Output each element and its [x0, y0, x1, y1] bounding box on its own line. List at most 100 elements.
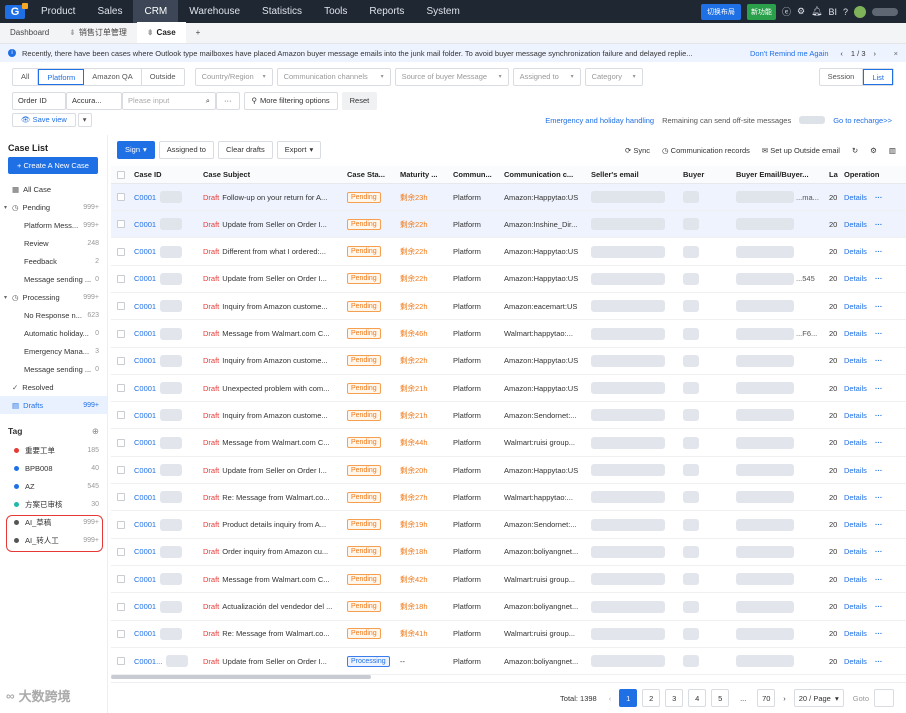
page-button[interactable]: 2	[642, 689, 661, 707]
case-id-link[interactable]: C0001	[134, 575, 156, 584]
case-id-link[interactable]: C0001	[134, 247, 156, 256]
subject-cell[interactable]: Draft Inquiry from Amazon custome...	[203, 293, 343, 319]
view-list[interactable]: List	[863, 69, 893, 85]
details-link[interactable]: Details	[844, 220, 867, 229]
assigned-to-button[interactable]: Assigned to	[158, 141, 214, 159]
gear-icon[interactable]: ⚙	[870, 146, 877, 155]
nav-item-product[interactable]: Product	[30, 0, 86, 23]
subject-cell[interactable]: Draft Update from Seller on Order I...	[203, 457, 343, 483]
checkbox[interactable]	[117, 302, 125, 311]
column-header[interactable]: Buyer	[683, 166, 733, 183]
settings-icon[interactable]: ⚙	[797, 6, 805, 17]
case-id-link[interactable]: C0001	[134, 220, 156, 229]
more-icon[interactable]: ···	[875, 411, 883, 420]
row-checkbox[interactable]	[117, 594, 131, 620]
case-id-link[interactable]: C0001	[134, 629, 156, 638]
column-header[interactable]: Operation	[844, 166, 899, 183]
case-id-link[interactable]: C0001	[134, 466, 156, 475]
checkbox[interactable]	[117, 170, 125, 179]
more-icon[interactable]: ···	[875, 384, 883, 393]
subject-cell[interactable]: Draft Message from Walmart.com C...	[203, 430, 343, 456]
sidebar-item[interactable]: Review 248	[0, 234, 107, 252]
dont-remind-link[interactable]: Don't Remind me Again	[750, 49, 829, 58]
more-icon[interactable]: ···	[875, 493, 883, 502]
segment-outside[interactable]: Outside	[142, 69, 184, 85]
row-checkbox[interactable]	[117, 293, 131, 319]
subject-cell[interactable]: Draft Actualización del vendedor del ...	[203, 594, 343, 620]
segment-amazon-qa[interactable]: Amazon QA	[84, 69, 142, 85]
tab-dashboard[interactable]: Dashboard	[0, 22, 59, 43]
table-row[interactable]: C0001 Draft Inquiry from Amazon custome...…	[111, 293, 906, 321]
details-link[interactable]: Details	[844, 575, 867, 584]
prev-notice-icon[interactable]: ‹	[840, 49, 843, 58]
more-icon[interactable]: ···	[875, 274, 883, 283]
page-button[interactable]: 3	[665, 689, 684, 707]
row-checkbox[interactable]	[117, 457, 131, 483]
subject-cell[interactable]: Draft Message from Walmart.com C...	[203, 566, 343, 592]
accuracy-select[interactable]: Accura...	[66, 92, 122, 110]
details-link[interactable]: Details	[844, 547, 867, 556]
prev-page-icon[interactable]: ‹	[609, 694, 612, 703]
case-id-link[interactable]: C0001	[134, 193, 156, 202]
table-row[interactable]: C0001... Draft Update from Seller on Order…	[111, 648, 906, 676]
more-icon[interactable]: ···	[875, 220, 883, 229]
tag-item[interactable]: 方案已审核 30	[0, 495, 107, 513]
table-row[interactable]: C0001 Draft Different from what I ordered:…	[111, 239, 906, 266]
details-link[interactable]: Details	[844, 384, 867, 393]
table-row[interactable]: C0001 Draft Order inquiry from Amazon cu..…	[111, 539, 906, 566]
case-id-link[interactable]: C0001	[134, 411, 156, 420]
checkbox[interactable]	[117, 602, 125, 611]
details-link[interactable]: Details	[844, 438, 867, 447]
more-icon[interactable]: ···	[875, 657, 883, 666]
page-button[interactable]: 5	[711, 689, 730, 707]
table-row[interactable]: C0001 Draft Update from Seller on Order I.…	[111, 211, 906, 239]
sidebar-item[interactable]: Emergency Mana... 3	[0, 342, 107, 360]
sidebar-item[interactable]: ▾ ◷ Pending 999+	[0, 198, 107, 216]
channels-select[interactable]: Communication channels ▾	[276, 68, 391, 86]
table-row[interactable]: C0001 Draft Follow-up on your return for A…	[111, 184, 906, 211]
source-select[interactable]: Source of buyer Message ▾	[394, 68, 509, 86]
more-icon[interactable]: ···	[875, 356, 883, 365]
row-checkbox[interactable]	[117, 321, 131, 347]
view-session[interactable]: Session	[820, 69, 864, 85]
expand-icon[interactable]: ▾	[4, 204, 12, 211]
case-id-link[interactable]: C0001...	[134, 657, 162, 666]
case-id-link[interactable]: C0001	[134, 547, 156, 556]
tab-case[interactable]: ⇟ Case	[136, 22, 186, 43]
details-link[interactable]: Details	[844, 657, 867, 666]
checkbox[interactable]	[117, 438, 125, 447]
setup-email-button[interactable]: ✉ Set up Outside email	[762, 146, 840, 155]
details-link[interactable]: Details	[844, 520, 867, 529]
nav-item-tools[interactable]: Tools	[313, 0, 358, 23]
checkbox[interactable]	[117, 356, 125, 365]
more-icon[interactable]: ···	[875, 547, 883, 556]
row-checkbox[interactable]	[117, 348, 131, 374]
more-filter-button[interactable]: ⚲ More filtering options	[243, 92, 338, 110]
more-icon[interactable]: ···	[875, 629, 883, 638]
row-checkbox[interactable]	[117, 430, 131, 456]
table-row[interactable]: C0001 Draft Inquiry from Amazon custome...…	[111, 402, 906, 430]
row-checkbox[interactable]	[117, 239, 131, 265]
column-header[interactable]: Seller's email	[591, 166, 681, 183]
sidebar-item[interactable]: Feedback 2	[0, 252, 107, 270]
more-icon[interactable]: ···	[875, 466, 883, 475]
more-icon[interactable]: ···	[875, 302, 883, 311]
add-tag-icon[interactable]: ⊕	[92, 426, 99, 437]
table-row[interactable]: C0001 Draft Re: Message from Walmart.co...…	[111, 621, 906, 648]
sidebar-item[interactable]: ▾ ◷ Processing 999+	[0, 288, 107, 306]
nav-item-system[interactable]: System	[415, 0, 470, 23]
info-icon[interactable]: ⓔ	[782, 5, 791, 18]
sidebar-item[interactable]: Automatic holiday... 0	[0, 324, 107, 342]
page-size-select[interactable]: 20 / Page ▾	[793, 689, 844, 707]
expand-icon[interactable]: ▾	[4, 294, 12, 301]
row-checkbox[interactable]	[117, 402, 131, 428]
subject-cell[interactable]: Draft Inquiry from Amazon custome...	[203, 348, 343, 374]
more-icon[interactable]: ···	[875, 520, 883, 529]
details-link[interactable]: Details	[844, 602, 867, 611]
nav-item-crm[interactable]: CRM	[133, 0, 179, 23]
case-id-link[interactable]: C0001	[134, 329, 156, 338]
username-redacted[interactable]	[872, 7, 898, 16]
case-id-link[interactable]: C0001	[134, 520, 156, 529]
checkbox[interactable]	[117, 547, 125, 556]
column-header[interactable]: Case Sta...	[347, 166, 397, 183]
